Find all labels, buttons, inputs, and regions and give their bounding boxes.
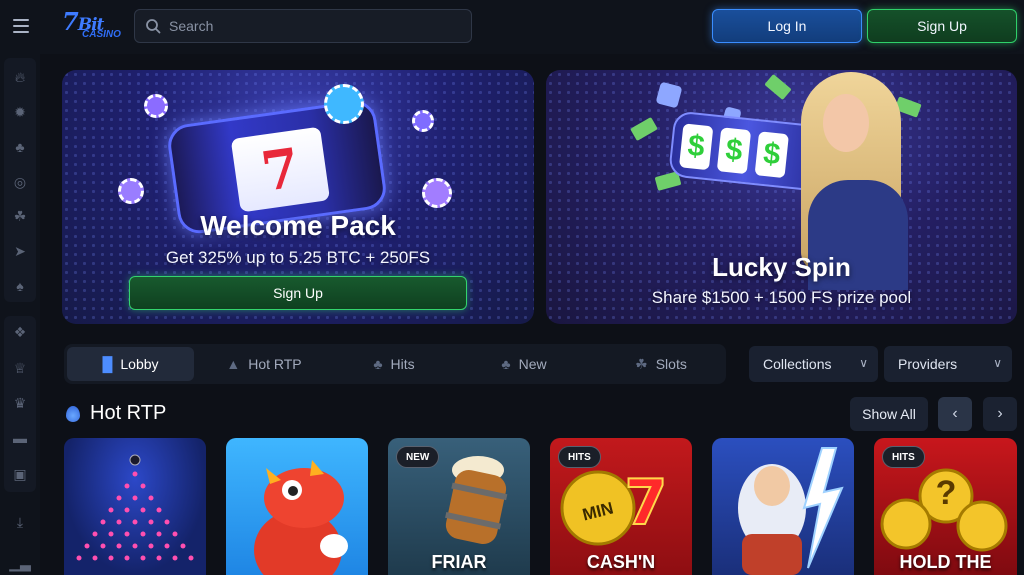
- game-card[interactable]: 7 MIN HITS CASH'N: [550, 438, 692, 575]
- search-box[interactable]: [134, 9, 472, 43]
- character-face: [823, 94, 869, 152]
- trophy-icon[interactable]: ♕: [4, 356, 36, 380]
- dropdown-label: Providers: [898, 356, 958, 372]
- dollar-symbol-icon: $: [716, 127, 752, 175]
- casino-logo[interactable]: 7Bit CASINO: [62, 10, 124, 42]
- chip-icon: [324, 84, 364, 124]
- banner-title: Welcome Pack: [200, 210, 396, 241]
- chart-icon[interactable]: ▁▃: [4, 551, 36, 575]
- chip-icon: [118, 178, 144, 204]
- tab-label: Slots: [655, 356, 687, 372]
- hits-icon[interactable]: ♣: [4, 135, 36, 159]
- chip-icon: [422, 178, 452, 208]
- download-icon[interactable]: ⤓: [4, 510, 36, 534]
- slots-icon[interactable]: ☘: [4, 204, 36, 228]
- plinko-art: [76, 454, 194, 561]
- game-card[interactable]: [226, 438, 368, 575]
- game-card[interactable]: [712, 438, 854, 575]
- lobby-icon: █: [102, 356, 113, 372]
- crown-icon[interactable]: ♛: [4, 391, 36, 415]
- game-title: HOLD THE: [899, 552, 992, 572]
- banner-subtitle: Share $1500 + 1500 FS prize pool: [651, 288, 912, 307]
- lucky-spin-banner[interactable]: $ $ $ Lucky Spin Share $1500 + 1500 FS p…: [546, 70, 1017, 324]
- banner-subtitle: Get 325% up to 5.25 BTC + 250FS: [165, 248, 431, 267]
- sidebar-promo-group: ❖ ♕ ♛ ▬ ▣: [4, 316, 36, 492]
- hits-icon: ♣: [373, 356, 383, 372]
- next-arrow-icon[interactable]: ›: [983, 397, 1017, 431]
- star-burst-icon[interactable]: ✹: [4, 100, 36, 124]
- tab-hot-rtp[interactable]: ▲ Hot RTP: [204, 347, 324, 381]
- tab-label: New: [518, 356, 547, 372]
- section-title: Hot RTP: [90, 402, 167, 424]
- game-card[interactable]: NEW FRIAR: [388, 438, 530, 575]
- fire-icon: [66, 406, 80, 422]
- ticket-icon[interactable]: ▬: [4, 426, 36, 450]
- gift-icon[interactable]: ❖: [4, 320, 36, 344]
- tab-lobby[interactable]: █ Lobby: [67, 347, 194, 381]
- fire-icon[interactable]: 🔥︎: [4, 65, 36, 89]
- search-icon: [146, 19, 161, 34]
- category-tabs: █ Lobby ▲ Hot RTP ♣ Hits ♣ New ☘ Slots: [64, 344, 726, 384]
- badge-new: NEW: [396, 446, 440, 468]
- chevron-down-icon: ∨: [993, 356, 1002, 370]
- tab-hits[interactable]: ♣ Hits: [339, 347, 449, 381]
- banner-title: Lucky Spin: [712, 252, 851, 282]
- dollar-symbol-icon: $: [678, 123, 714, 171]
- providers-dropdown[interactable]: Providers ∨: [884, 346, 1012, 382]
- dragon-art: [254, 460, 348, 575]
- tab-slots[interactable]: ☘ Slots: [601, 347, 721, 381]
- banner-signup-button[interactable]: Sign Up: [129, 276, 467, 310]
- chip-icon: [412, 110, 434, 132]
- tab-label: Hits: [390, 356, 415, 372]
- game-card[interactable]: ? HITS HOLD THE: [874, 438, 1017, 575]
- show-all-button[interactable]: Show All: [850, 397, 928, 431]
- new-icon: ♣: [501, 356, 511, 372]
- welcome-pack-banner[interactable]: 7 Welcome Pack Get 325% up to 5.25 BTC +…: [62, 70, 534, 324]
- card-icon[interactable]: ♠: [4, 274, 36, 298]
- tab-label: Lobby: [120, 356, 159, 372]
- sidebar-games-group: 🔥︎ ✹ ♣ ◎ ☘ ➤ ♠: [4, 58, 36, 302]
- badge-hits: HITS: [558, 446, 601, 468]
- target-icon[interactable]: ◎: [4, 170, 36, 194]
- dollar-symbol-icon: $: [754, 131, 789, 179]
- game-title: CASH'N: [586, 552, 656, 572]
- dropdown-label: Collections: [763, 356, 832, 372]
- zeus-art: [738, 447, 844, 575]
- question-mark-label: ?: [935, 474, 957, 512]
- chest-icon[interactable]: ▣: [4, 462, 36, 486]
- prev-arrow-icon[interactable]: ‹: [938, 397, 972, 431]
- hamburger-menu-icon[interactable]: [8, 13, 34, 39]
- search-input[interactable]: [169, 18, 449, 34]
- fire-icon: ▲: [226, 356, 241, 372]
- signup-button[interactable]: Sign Up: [867, 9, 1017, 43]
- tab-label: Hot RTP: [248, 356, 302, 372]
- slots-icon: ☘: [635, 355, 648, 372]
- badge-hits: HITS: [882, 446, 925, 468]
- rocket-icon[interactable]: ➤: [4, 239, 36, 263]
- top-header: 7Bit CASINO Log In Sign Up: [0, 0, 1024, 54]
- svg-text:7: 7: [624, 466, 667, 539]
- collections-dropdown[interactable]: Collections ∨: [749, 346, 878, 382]
- login-button[interactable]: Log In: [712, 9, 862, 43]
- sidebar: 🔥︎ ✹ ♣ ◎ ☘ ➤ ♠ ❖ ♕ ♛ ▬ ▣ ⤓ ▁▃: [0, 54, 40, 575]
- chevron-down-icon: ∨: [859, 356, 868, 370]
- tab-new[interactable]: ♣ New: [469, 347, 579, 381]
- chip-icon: [144, 94, 168, 118]
- banner-pattern: [546, 70, 1017, 324]
- game-title: FRIAR: [431, 552, 487, 572]
- game-card[interactable]: [64, 438, 206, 575]
